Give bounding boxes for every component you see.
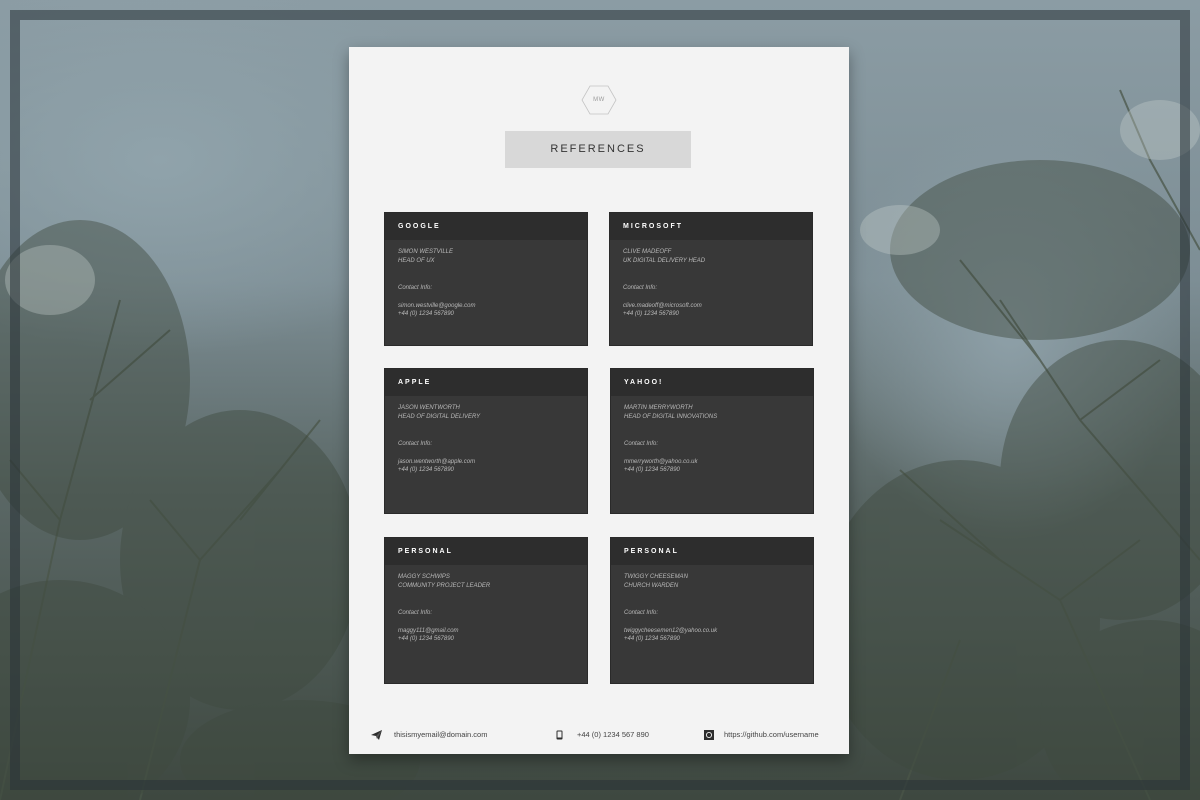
reference-details: MARTIN MERRYWORTH HEAD OF DIGITAL INNOVAT… (611, 396, 813, 475)
reference-company: GOOGLE (385, 213, 587, 240)
reference-company: MICROSOFT (610, 213, 812, 240)
reference-card: YAHOO! MARTIN MERRYWORTH HEAD OF DIGITAL I… (610, 368, 814, 514)
reference-company: PERSONAL (385, 538, 587, 565)
reference-name: MAGGY SCHWIPS (398, 574, 450, 580)
reference-phone: +44 (0) 1234 567890 (398, 636, 454, 642)
reference-phone: +44 (0) 1234 567890 (624, 636, 680, 642)
mobile-phone-icon (556, 730, 563, 740)
reference-company: APPLE (385, 369, 587, 396)
github-icon (704, 730, 714, 740)
reference-role: HEAD OF DIGITAL DELIVERY (398, 413, 481, 420)
reference-role: COMMUNITY PROJECT LEADER (398, 582, 491, 589)
contact-label: Contact Info: (624, 610, 659, 616)
monogram-logo: MW (581, 85, 617, 115)
contact-label: Contact Info: (398, 441, 433, 447)
reference-card: MICROSOFT CLIVE MADEOFF UK DIGITAL DELIVER… (609, 212, 813, 346)
reference-details: MAGGY SCHWIPS COMMUNITY PROJECT LEADER Con… (385, 565, 587, 644)
footer-github: https://github.com/username (724, 730, 819, 739)
footer-email: thisismyemail@domain.com (394, 730, 488, 739)
contact-label: Contact Info: (398, 610, 433, 616)
reference-details: TWIGGY CHEESEMAN CHURCH WARDEN Contact Inf… (611, 565, 813, 644)
reference-phone: +44 (0) 1234 567890 (398, 311, 454, 317)
contact-label: Contact Info: (623, 285, 658, 291)
reference-email[interactable]: clive.madeoff@microsoft.com (623, 302, 799, 311)
paper-plane-icon (371, 730, 382, 740)
reference-email[interactable]: simon.westville@google.com (398, 302, 574, 311)
reference-details: JASON WENTWORTH HEAD OF DIGITAL DELIVERY C… (385, 396, 587, 475)
reference-name: JASON WENTWORTH (398, 405, 460, 411)
reference-details: CLIVE MADEOFF UK DIGITAL DELIVERY HEAD Con… (610, 240, 812, 319)
reference-role: UK DIGITAL DELIVERY HEAD (623, 257, 706, 264)
contact-footer: thisismyemail@domain.com +44 (0) 1234 56… (349, 728, 849, 742)
monogram-initials: MW (593, 97, 605, 103)
contact-label: Contact Info: (624, 441, 659, 447)
reference-email[interactable]: maggy111@gmail.com (398, 627, 574, 636)
reference-card: PERSONAL TWIGGY CHEESEMAN CHURCH WARDEN Con… (610, 537, 814, 684)
reference-details: SIMON WESTVILLE HEAD OF UX Contact Info: si… (385, 240, 587, 319)
reference-card: GOOGLE SIMON WESTVILLE HEAD OF UX Contact I… (384, 212, 588, 346)
section-title: REFERENCES (505, 131, 691, 168)
contact-label: Contact Info: (398, 285, 433, 291)
footer-phone: +44 (0) 1234 567 890 (577, 730, 649, 739)
reference-role: HEAD OF UX (398, 257, 435, 264)
reference-company: YAHOO! (611, 369, 813, 396)
resume-page: MW REFERENCES GOOGLE SIMON WESTVILLE HEAD … (349, 47, 849, 754)
reference-role: CHURCH WARDEN (624, 582, 679, 589)
reference-name: SIMON WESTVILLE (398, 249, 454, 255)
reference-card: PERSONAL MAGGY SCHWIPS COMMUNITY PROJECT L… (384, 537, 588, 684)
reference-name: TWIGGY CHEESEMAN (624, 574, 688, 580)
reference-phone: +44 (0) 1234 567890 (398, 467, 454, 473)
reference-role: HEAD OF DIGITAL INNOVATIONS (624, 413, 718, 420)
reference-name: MARTIN MERRYWORTH (624, 405, 693, 411)
reference-email[interactable]: jason.wentworth@apple.com (398, 458, 574, 467)
reference-email[interactable]: twiggycheesemen12@yahoo.co.uk (624, 627, 800, 636)
reference-name: CLIVE MADEOFF (623, 249, 672, 255)
reference-card: APPLE JASON WENTWORTH HEAD OF DIGITAL DELI… (384, 368, 588, 514)
reference-email[interactable]: mmerryworth@yahoo.co.uk (624, 458, 800, 467)
reference-company: PERSONAL (611, 538, 813, 565)
reference-phone: +44 (0) 1234 567890 (624, 467, 680, 473)
reference-phone: +44 (0) 1234 567890 (623, 311, 679, 317)
